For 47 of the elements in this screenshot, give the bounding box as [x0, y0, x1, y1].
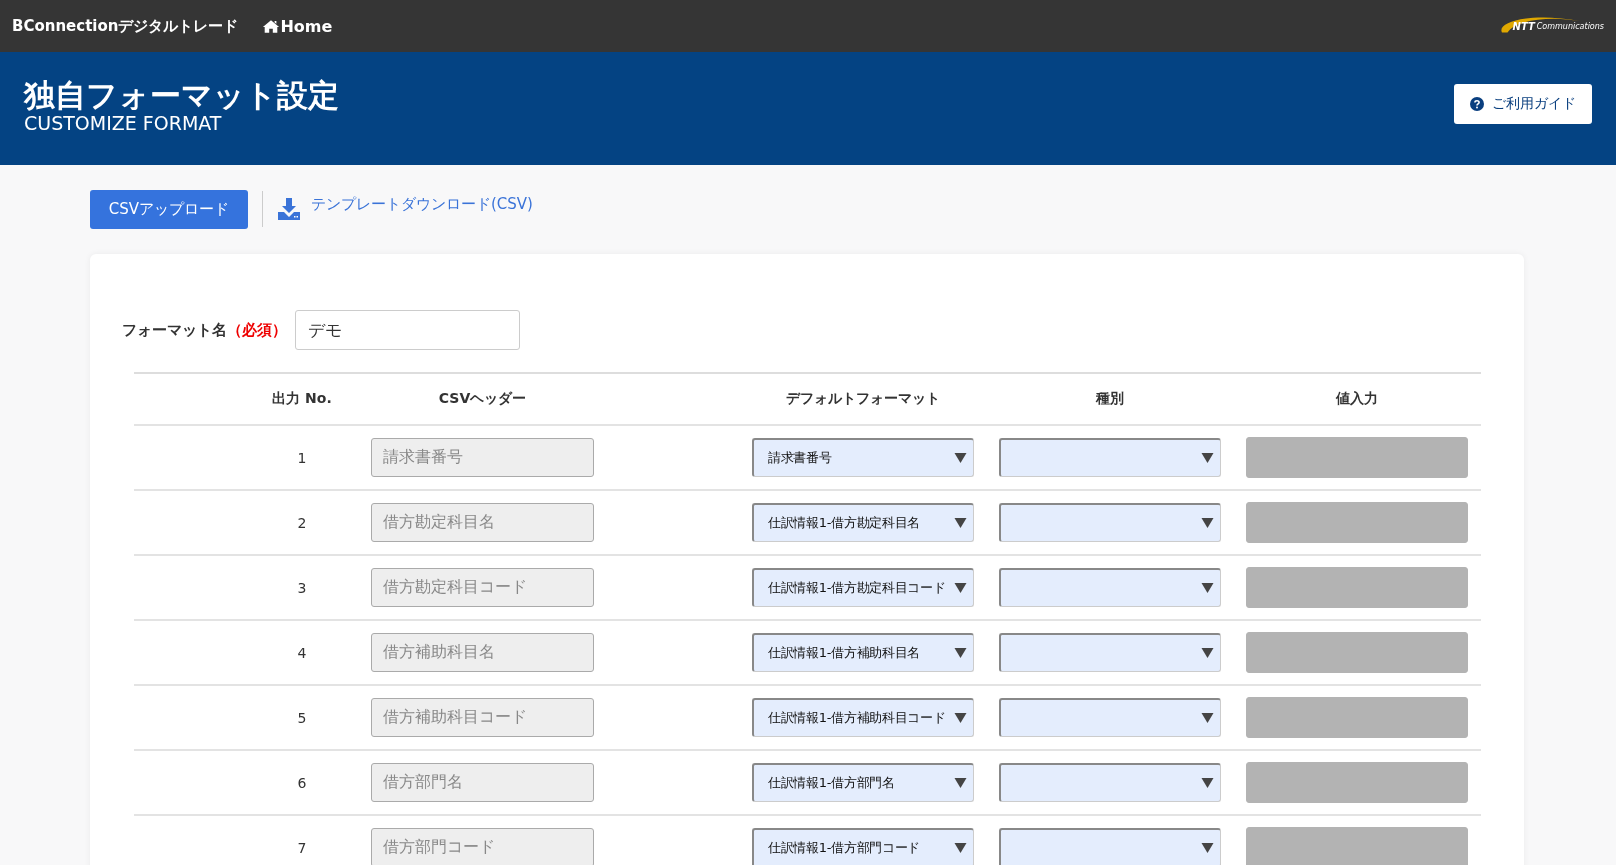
- row-number: 3: [296, 579, 308, 596]
- row-number: 1: [296, 449, 308, 466]
- home-link[interactable]: Home: [262, 16, 333, 36]
- row-number: 5: [296, 709, 308, 726]
- caret-icon: [1201, 518, 1214, 528]
- caret-icon: [1201, 453, 1214, 463]
- caret-icon: [1201, 648, 1214, 658]
- company-logo: NTT Communications: [1494, 12, 1604, 40]
- caret-icon: [954, 713, 967, 723]
- home-icon: [262, 18, 281, 34]
- guide-button[interactable]: ご利用ガイド: [1454, 84, 1592, 124]
- page-subtitle: CUSTOMIZE FORMAT: [24, 112, 223, 135]
- brand-name[interactable]: BConnectionデジタルトレード: [12, 16, 239, 36]
- caret-icon: [954, 453, 967, 463]
- type-select[interactable]: [999, 568, 1221, 607]
- caret-icon: [1201, 843, 1214, 853]
- type-select[interactable]: [999, 763, 1221, 802]
- help-icon: [1470, 97, 1484, 111]
- template-download-link[interactable]: テンプレートダウンロード(CSV): [311, 194, 533, 214]
- page-title: 独自フォーマット設定: [24, 78, 339, 113]
- required-label: （必須）: [227, 320, 287, 340]
- row-number: 6: [296, 774, 308, 791]
- format-name-field[interactable]: デモ: [295, 310, 520, 350]
- type-select[interactable]: [999, 503, 1221, 542]
- row-number: 7: [296, 839, 308, 856]
- download-icon: [277, 197, 301, 221]
- column-header: 値入力: [1335, 390, 1379, 408]
- caret-icon: [1201, 713, 1214, 723]
- type-select[interactable]: [999, 828, 1221, 865]
- csv-upload-button[interactable]: CSVアップロード: [90, 189, 248, 229]
- type-select[interactable]: [999, 698, 1221, 737]
- format-name-label: フォーマット名: [122, 320, 227, 340]
- caret-icon: [954, 648, 967, 658]
- caret-icon: [954, 518, 967, 528]
- caret-icon: [954, 778, 967, 788]
- type-select[interactable]: [999, 633, 1221, 672]
- row-number: 2: [296, 514, 308, 531]
- column-header: 種別: [1094, 390, 1125, 408]
- type-select[interactable]: [999, 438, 1221, 477]
- column-header: 出力 No.: [271, 390, 333, 408]
- caret-icon: [1201, 583, 1214, 593]
- caret-icon: [954, 843, 967, 853]
- row-number: 4: [296, 644, 308, 661]
- column-header: デフォルトフォーマット: [785, 390, 941, 408]
- caret-icon: [1201, 778, 1214, 788]
- caret-icon: [954, 583, 967, 593]
- column-header: CSVヘッダー: [437, 390, 528, 408]
